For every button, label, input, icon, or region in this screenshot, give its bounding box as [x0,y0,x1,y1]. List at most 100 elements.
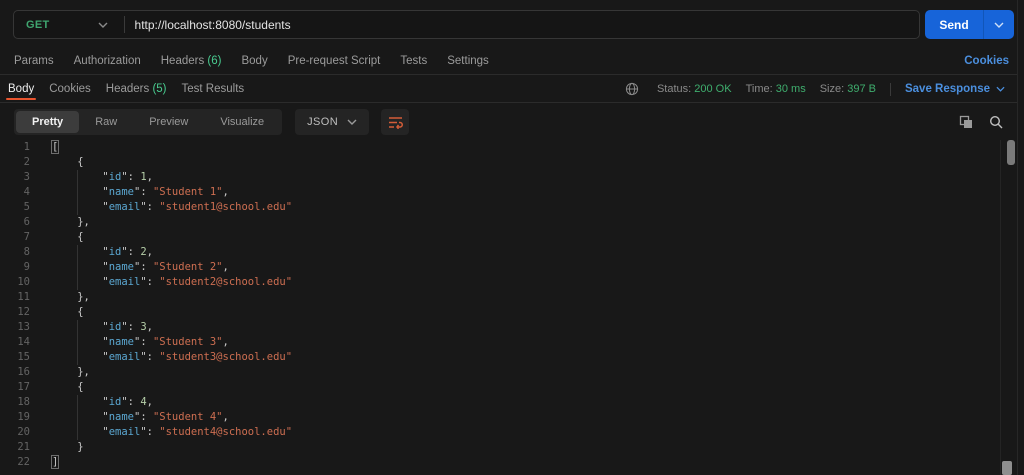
code-line: 11}, [0,290,1024,305]
save-response-label: Save Response [904,83,990,95]
code-token: ": [121,396,141,408]
search-icon[interactable] [985,111,1007,133]
code-token: email [108,201,141,213]
code-token: "student1@school.edu" [159,201,293,213]
response-headers-count-badge: (5) [152,83,167,95]
view-mode-pretty[interactable]: Pretty [16,111,80,133]
view-mode-preview[interactable]: Preview [133,111,204,133]
line-number: 15 [17,351,30,363]
view-mode-visualize[interactable]: Visualize [204,111,280,133]
code-token: ": [134,411,153,423]
code-token: "student4@school.edu" [159,426,293,438]
code-token: ": [140,351,160,363]
code-token: ": [140,201,160,213]
line-number: 9 [23,261,30,273]
http-method-select[interactable]: GET [14,19,50,31]
code-line: 17 { [0,380,1024,395]
tab-tests[interactable]: Tests [400,55,427,67]
response-body-editor[interactable]: 1[2{3 "id": 1, 4 "name": "Student 1", 5 "emai… [0,140,1024,475]
code-token: { [77,306,84,318]
size-value: 397 B [847,83,876,95]
view-mode-raw[interactable]: Raw [79,111,133,133]
tab-authorization[interactable]: Authorization [74,55,141,67]
response-tab-headers[interactable]: Headers (5) [106,76,167,102]
code-token: name [108,261,134,273]
code-line: 7{ [0,230,1024,245]
line-number: 10 [17,276,30,288]
code-token: { [77,156,84,168]
headers-count-badge: (6) [207,55,222,67]
code-token: , [222,411,229,423]
page-scrollbar-thumb[interactable] [1002,461,1012,475]
response-tab-body[interactable]: Body [5,76,37,102]
divider [889,82,891,96]
send-options-button[interactable] [984,10,1014,39]
copy-icon[interactable] [955,111,977,133]
save-response-button[interactable]: Save Response [905,83,1005,95]
line-number: 22 [17,456,30,468]
view-mode-segmented-control: Pretty Raw Preview Visualize [14,109,283,135]
code-line: 20 "email": "student4@school.edu" [0,425,1024,440]
send-button[interactable]: Send [925,10,983,39]
code-line: 18 "id": 4, [0,395,1024,410]
line-number: 1 [23,141,30,153]
code-token: ": [121,246,141,258]
url-input-container: GET http://localhost:8080/students [13,10,920,39]
code-line: 1[ [0,140,1024,155]
code-line: 19 "name": "Student 4", [0,410,1024,425]
response-controls-bar: Pretty Raw Preview Visualize JSON [0,108,1017,136]
tab-headers[interactable]: Headers (6) [161,55,222,67]
code-token: , [146,246,153,258]
line-number: 5 [23,201,30,213]
code-token: ": [134,336,153,348]
tab-params[interactable]: Params [14,55,54,67]
code-line: 3 "id": 1, [0,170,1024,185]
code-token: , [146,396,153,408]
code-token: , [146,171,153,183]
code-token: [ [50,140,60,154]
response-header-bar: Body Cookies Headers (5) Test Results St… [0,76,1017,103]
chevron-down-icon [996,86,1005,92]
response-tab-test-results[interactable]: Test Results [182,76,245,102]
line-number: 8 [23,246,30,258]
globe-icon [621,78,643,100]
tab-body[interactable]: Body [241,55,267,67]
code-token: ": [140,276,160,288]
request-url-row: GET http://localhost:8080/students Send [0,0,1024,48]
code-token: id [108,246,122,258]
code-line: 10 "email": "student2@school.edu" [0,275,1024,290]
tab-pre-request-script[interactable]: Pre-request Script [288,55,381,67]
code-token: "Student 3" [152,336,223,348]
code-token: ": [134,186,153,198]
code-token: email [108,351,141,363]
code-token: }, [77,366,90,378]
tab-settings[interactable]: Settings [447,55,489,67]
cookies-link[interactable]: Cookies [964,55,1009,67]
status-label: Status: [656,83,692,95]
code-line: 2{ [0,155,1024,170]
status-badge: Status: 200 OK [657,83,732,95]
language-select[interactable]: JSON [295,109,370,135]
code-token: "student2@school.edu" [159,276,293,288]
code-token: ": [121,321,141,333]
wrap-lines-button[interactable] [381,109,410,135]
language-label: JSON [307,116,339,128]
code-token: id [108,396,122,408]
chevron-down-icon[interactable] [98,22,108,28]
code-line: 14 "name": "Student 3", [0,335,1024,350]
time-label: Time: [745,83,773,95]
editor-scrollbar-thumb[interactable] [1007,140,1015,165]
code-line: 6}, [0,215,1024,230]
code-line: 13 "id": 3, [0,320,1024,335]
send-split-button: Send [925,10,1014,39]
code-token: name [108,336,134,348]
request-tabs-bar: Params Authorization Headers (6) Body Pr… [0,48,1017,75]
code-token: , [222,186,229,198]
url-input[interactable]: http://localhost:8080/students [135,18,291,32]
divider [123,16,125,33]
code-token: }, [77,291,90,303]
code-line: 12 { [0,305,1024,320]
postman-app: GET http://localhost:8080/students Send … [0,0,1024,475]
response-tab-cookies[interactable]: Cookies [49,76,91,102]
chevron-down-icon [994,22,1004,28]
